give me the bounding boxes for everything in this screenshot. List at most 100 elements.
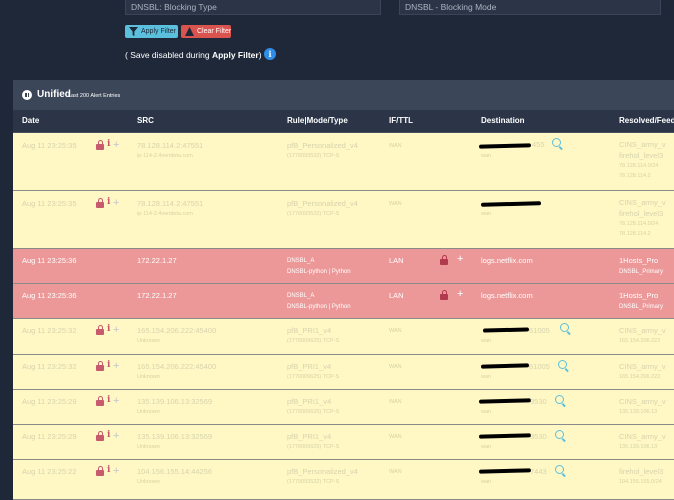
row-dst[interactable]: logs.netflix.com xyxy=(481,256,533,265)
row-rule-sub: DNSBL-python | Python xyxy=(287,269,351,275)
info-i-icon[interactable]: i xyxy=(107,360,110,370)
row-rule: pfB_Personalized_v4 xyxy=(287,141,358,150)
search-icon[interactable] xyxy=(555,395,564,404)
blocking-type-field[interactable]: DNSBL: Blocking Type xyxy=(125,0,381,15)
row-date: Aug 11 23:25:32 xyxy=(22,326,77,335)
table-row: Aug 11 23:25:35 i + 78.128.114.2:47551 i… xyxy=(13,133,674,191)
save-note: ( Save disabled during Apply Filter) xyxy=(125,50,262,60)
col-destination[interactable]: Destination xyxy=(481,116,525,125)
row-res2: 135.139.106.13 xyxy=(619,444,658,450)
redaction-mark xyxy=(480,201,542,207)
plus-icon[interactable]: + xyxy=(457,254,463,265)
plus-icon[interactable]: + xyxy=(113,396,119,407)
info-i-icon[interactable]: i xyxy=(107,395,110,405)
col-date[interactable]: Date xyxy=(22,116,39,125)
row-src[interactable]: 172.22.1.27 xyxy=(137,256,177,265)
search-icon[interactable] xyxy=(558,360,567,369)
table-row: Aug 11 23:25:29 i + 135.139.106.13:32569… xyxy=(13,390,674,425)
plus-icon[interactable]: + xyxy=(457,289,463,300)
row-rule: pfB_PRI1_v4 xyxy=(287,362,332,371)
row-src[interactable]: 104.156.155.14:44256 xyxy=(137,467,212,476)
col-if-ttl[interactable]: IF/TTL xyxy=(389,116,413,125)
apply-filter-button[interactable]: Apply Filter xyxy=(125,25,178,38)
row-res: CINS_army_v xyxy=(619,140,666,149)
lock-icon[interactable] xyxy=(96,325,104,335)
row-src[interactable]: 135.139.106.13:32569 xyxy=(137,432,212,441)
search-icon[interactable] xyxy=(555,430,564,439)
table-row: Aug 11 23:25:35 i + 78.128.114.2:47551 i… xyxy=(13,191,674,249)
pause-icon[interactable] xyxy=(22,90,32,100)
lock-icon[interactable] xyxy=(96,140,104,150)
plus-icon[interactable]: + xyxy=(113,431,119,442)
col-resolved-feed[interactable]: Resolved/Feed xyxy=(619,116,674,125)
redaction-mark xyxy=(478,398,532,404)
row-src[interactable]: 165.154.206.222:45400 xyxy=(137,362,216,371)
table-header: Date SRC Rule|Mode/Type IF/TTL Destinati… xyxy=(13,110,674,133)
row-if: WAN xyxy=(389,399,402,405)
row-res: firehol_level3 xyxy=(619,467,664,476)
row-res: 1Hosts_Pro xyxy=(619,256,659,265)
plus-icon[interactable]: + xyxy=(113,361,119,372)
lock-icon[interactable] xyxy=(440,255,448,265)
search-icon[interactable] xyxy=(555,465,564,474)
info-i-icon[interactable]: i xyxy=(107,465,110,475)
plus-icon[interactable]: + xyxy=(113,198,119,209)
clear-filter-label: Clear Filter xyxy=(197,28,232,35)
row-dst: 61005 xyxy=(529,326,550,335)
lock-icon[interactable] xyxy=(96,466,104,476)
row-dst: 3530 xyxy=(530,397,547,406)
redaction-mark xyxy=(478,468,532,474)
table-row: Aug 11 23:25:32 i + 165.154.206.222:4540… xyxy=(13,355,674,390)
row-date: Aug 11 23:25:29 xyxy=(22,397,77,406)
plus-icon[interactable]: + xyxy=(113,140,119,151)
lock-icon[interactable] xyxy=(96,431,104,441)
row-src-host: ip-114-2.4vendeta.com xyxy=(137,211,193,217)
row-rule-sub: (1770009625) TCP-S xyxy=(287,409,340,415)
lock-icon[interactable] xyxy=(96,198,104,208)
row-dst: 61005 xyxy=(529,362,550,371)
lock-icon[interactable] xyxy=(440,290,448,300)
row-date: Aug 11 23:25:32 xyxy=(22,362,77,371)
row-res4: 78.128.114.2 xyxy=(619,231,651,237)
plus-icon[interactable]: + xyxy=(113,466,119,477)
info-i-icon[interactable]: i xyxy=(107,197,110,207)
row-rule-sub: (1770093532) TCP-S xyxy=(287,211,340,217)
row-if: WAN xyxy=(389,328,402,334)
lock-icon[interactable] xyxy=(96,396,104,406)
row-rule-sub: (1770009625) TCP-S xyxy=(287,444,340,450)
row-date: Aug 11 23:25:29 xyxy=(22,432,77,441)
info-i-icon[interactable]: i xyxy=(107,430,110,440)
alerts-panel: Unified Last 200 Alert Entries Date SRC … xyxy=(13,80,674,500)
blocking-mode-field[interactable]: DNSBL - Blocking Mode xyxy=(399,0,661,15)
row-res3: 78.128.114.0/24 xyxy=(619,221,659,227)
search-icon[interactable] xyxy=(552,138,561,147)
row-dst-sub: wan xyxy=(481,374,492,380)
row-src-host: Unknown xyxy=(137,374,160,380)
clear-filter-button[interactable]: Clear Filter xyxy=(181,25,231,38)
row-dst[interactable]: logs.netflix.com xyxy=(481,291,533,300)
row-rule: pfB_PRI1_v4 xyxy=(287,432,332,441)
row-src-host: Unknown xyxy=(137,409,160,415)
row-if: LAN xyxy=(389,256,404,265)
col-rule[interactable]: Rule|Mode/Type xyxy=(287,116,348,125)
row-res2: 135.139.106.13 xyxy=(619,409,658,415)
table-row: Aug 11 23:25:36 172.22.1.27 DNSBL_A DNSB… xyxy=(13,284,674,319)
row-src[interactable]: 172.22.1.27 xyxy=(137,291,177,300)
row-src[interactable]: 135.139.106.13:32569 xyxy=(137,397,212,406)
info-i-icon[interactable]: i xyxy=(107,139,110,149)
row-res: CINS_army_v xyxy=(619,397,666,406)
row-src[interactable]: 78.128.114.2:47551 xyxy=(137,199,203,208)
row-src-host: ip-114-2.4vendeta.com xyxy=(137,153,193,159)
row-date: Aug 11 23:25:35 xyxy=(22,199,77,208)
redaction-mark xyxy=(482,327,530,333)
row-src[interactable]: 165.154.206.222:45400 xyxy=(137,326,216,335)
row-res: CINS_army_v xyxy=(619,432,666,441)
row-res4: 78.128.114.2 xyxy=(619,173,651,179)
col-src[interactable]: SRC xyxy=(137,116,154,125)
row-src[interactable]: 78.128.114.2:47551 xyxy=(137,141,203,150)
plus-icon[interactable]: + xyxy=(113,325,119,336)
search-icon[interactable] xyxy=(560,323,569,332)
info-icon[interactable]: i xyxy=(264,48,276,60)
info-i-icon[interactable]: i xyxy=(107,324,110,334)
lock-icon[interactable] xyxy=(96,361,104,371)
